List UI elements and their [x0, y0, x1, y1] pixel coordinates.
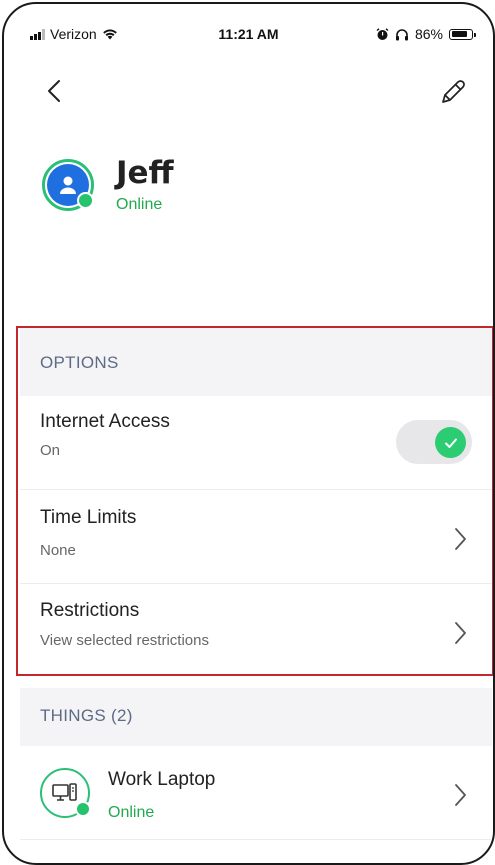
alarm-icon — [376, 27, 389, 40]
time-limits-value: None — [40, 542, 76, 559]
device-online-indicator — [75, 801, 91, 817]
internet-access-title: Internet Access — [40, 411, 170, 432]
user-icon — [60, 176, 76, 194]
computer-icon — [52, 783, 77, 801]
chevron-right-icon — [455, 784, 466, 806]
thing-status: Online — [108, 804, 155, 821]
battery-percent: 86% — [414, 26, 443, 42]
profile-status: Online — [116, 196, 163, 213]
toggle-knob — [435, 427, 466, 458]
battery-icon — [449, 28, 476, 40]
restrictions-row[interactable]: Restrictions View selected restrictions — [20, 584, 492, 674]
status-bar: Verizon 11:21 AM 86% — [4, 4, 493, 60]
phone-frame: Verizon 11:21 AM 86% Jeff Online OPTIONS… — [2, 2, 495, 865]
device-avatar — [40, 768, 91, 818]
internet-access-value: On — [40, 442, 61, 459]
thing-row-work-laptop[interactable]: Work Laptop Online — [20, 746, 492, 840]
online-indicator — [77, 192, 94, 209]
edit-button[interactable] — [437, 76, 469, 108]
time-limits-row[interactable]: Time Limits None — [20, 490, 492, 584]
things-header-label: THINGS (2) — [40, 706, 133, 725]
profile-name: Jeff — [116, 155, 174, 191]
internet-access-row[interactable]: Internet Access On — [20, 396, 492, 490]
options-header-label: OPTIONS — [40, 353, 119, 372]
chevron-right-icon — [455, 528, 466, 550]
status-bar-right: 86% — [376, 26, 476, 42]
back-button[interactable] — [40, 76, 70, 106]
time-limits-title: Time Limits — [40, 507, 137, 528]
headphones-icon — [395, 28, 408, 40]
restrictions-value: View selected restrictions — [40, 632, 209, 649]
chevron-right-icon — [455, 622, 466, 644]
things-section-header: THINGS (2) — [20, 688, 492, 746]
internet-access-toggle[interactable] — [396, 420, 472, 464]
options-section-header: OPTIONS — [20, 327, 492, 396]
pencil-icon — [442, 80, 465, 103]
battery-fill — [451, 31, 467, 37]
restrictions-title: Restrictions — [40, 600, 140, 621]
thing-name: Work Laptop — [108, 769, 216, 790]
chevron-left-icon — [48, 80, 60, 102]
avatar — [42, 159, 94, 211]
profile-header: Jeff Online — [42, 156, 174, 214]
check-icon — [444, 438, 457, 448]
